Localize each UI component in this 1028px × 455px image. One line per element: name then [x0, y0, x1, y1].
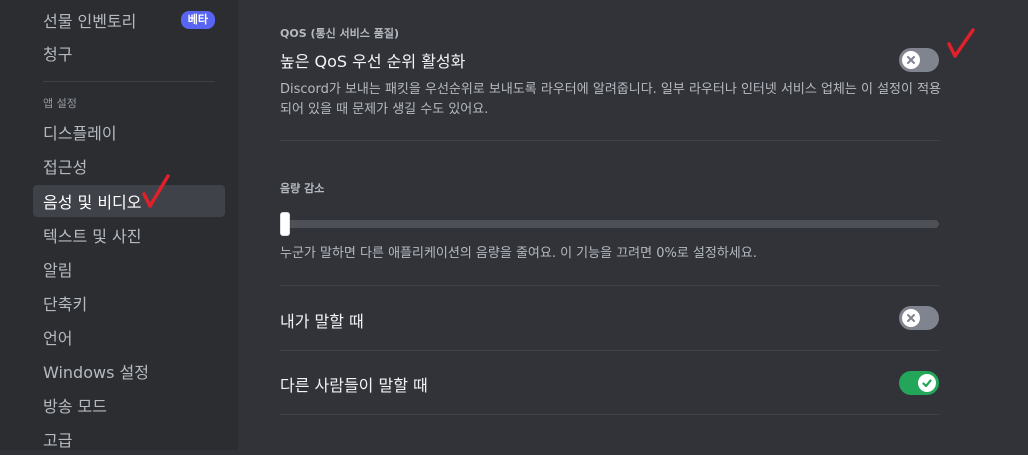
when-i-speak-toggle[interactable] [899, 306, 939, 330]
sidebar-item-label: 방송 모드 [43, 397, 107, 416]
close-icon [907, 314, 915, 322]
sidebar-divider [43, 81, 215, 82]
qos-description: Discord가 보내는 패킷을 우선순위로 보내도록 라우터에 알려줍니다. … [280, 82, 942, 117]
when-others-speak-toggle[interactable] [899, 371, 939, 395]
toggle-knob [918, 374, 936, 392]
divider [280, 350, 939, 351]
sidebar-item-voice-video[interactable]: 음성 및 비디오 [33, 185, 225, 217]
sidebar-item-accessibility[interactable]: 접근성 [33, 150, 225, 182]
sidebar-item-label: 접근성 [43, 158, 88, 177]
sidebar-item-gift-inventory[interactable]: 선물 인벤토리 베타 [33, 4, 225, 36]
sidebar-item-windows-settings[interactable]: Windows 설정 [33, 355, 225, 387]
sidebar-item-language[interactable]: 언어 [33, 321, 225, 353]
sidebar-item-text-images[interactable]: 텍스트 및 사진 [33, 219, 225, 251]
divider [280, 140, 939, 141]
sidebar-item-label: Windows 설정 [43, 363, 149, 382]
annotation-checkmark-qos [947, 28, 975, 58]
qos-section-header: QOS (통신 서비스 품질) [280, 27, 400, 40]
beta-badge: 베타 [180, 11, 215, 29]
sidebar-item-label: 알림 [43, 261, 73, 280]
divider [280, 285, 939, 286]
sidebar-item-label: 청구 [43, 45, 73, 64]
sidebar-header-app-settings: 앱 설정 [43, 97, 77, 110]
sidebar-item-label: 고급 [43, 431, 73, 450]
sidebar-item-display[interactable]: 디스플레이 [33, 116, 225, 148]
attenuation-section-header: 음량 감소 [280, 182, 325, 195]
sidebar-item-advanced[interactable]: 고급 [33, 423, 225, 455]
toggle-knob [902, 309, 920, 327]
sidebar-item-label: 언어 [43, 329, 73, 348]
close-icon [907, 56, 915, 64]
when-i-speak-label: 내가 말할 때 [280, 312, 364, 331]
qos-toggle[interactable] [899, 48, 939, 72]
sidebar-item-label: 디스플레이 [43, 124, 117, 143]
toggle-knob [902, 51, 920, 69]
sidebar-item-label: 단축키 [43, 295, 88, 314]
sidebar-item-keybinds[interactable]: 단축키 [33, 287, 225, 319]
settings-sidebar: 선물 인벤토리 베타 청구 앱 설정 디스플레이 접근성 음성 및 비디오 텍스… [0, 0, 238, 450]
attenuation-slider-handle[interactable] [280, 212, 290, 236]
sidebar-item-label: 선물 인벤토리 [43, 12, 137, 31]
divider [280, 414, 939, 415]
sidebar-item-billing[interactable]: 청구 [33, 37, 225, 69]
when-others-speak-label: 다른 사람들이 말할 때 [280, 376, 428, 395]
qos-title: 높은 QoS 우선 순위 활성화 [280, 52, 466, 71]
voice-video-settings-panel: QOS (통신 서비스 품질) 높은 QoS 우선 순위 활성화 Discord… [280, 0, 941, 450]
attenuation-description: 누군가 말하면 다른 애플리케이션의 음량을 줄여요. 이 기능을 끄려면 0%… [280, 246, 757, 261]
sidebar-item-streamer-mode[interactable]: 방송 모드 [33, 389, 225, 421]
annotation-checkmark-sidebar [142, 174, 170, 208]
attenuation-slider-track[interactable] [280, 220, 939, 228]
sidebar-item-notifications[interactable]: 알림 [33, 253, 225, 285]
sidebar-item-label: 텍스트 및 사진 [43, 227, 142, 246]
check-icon [922, 379, 932, 388]
sidebar-item-label: 음성 및 비디오 [43, 193, 142, 212]
